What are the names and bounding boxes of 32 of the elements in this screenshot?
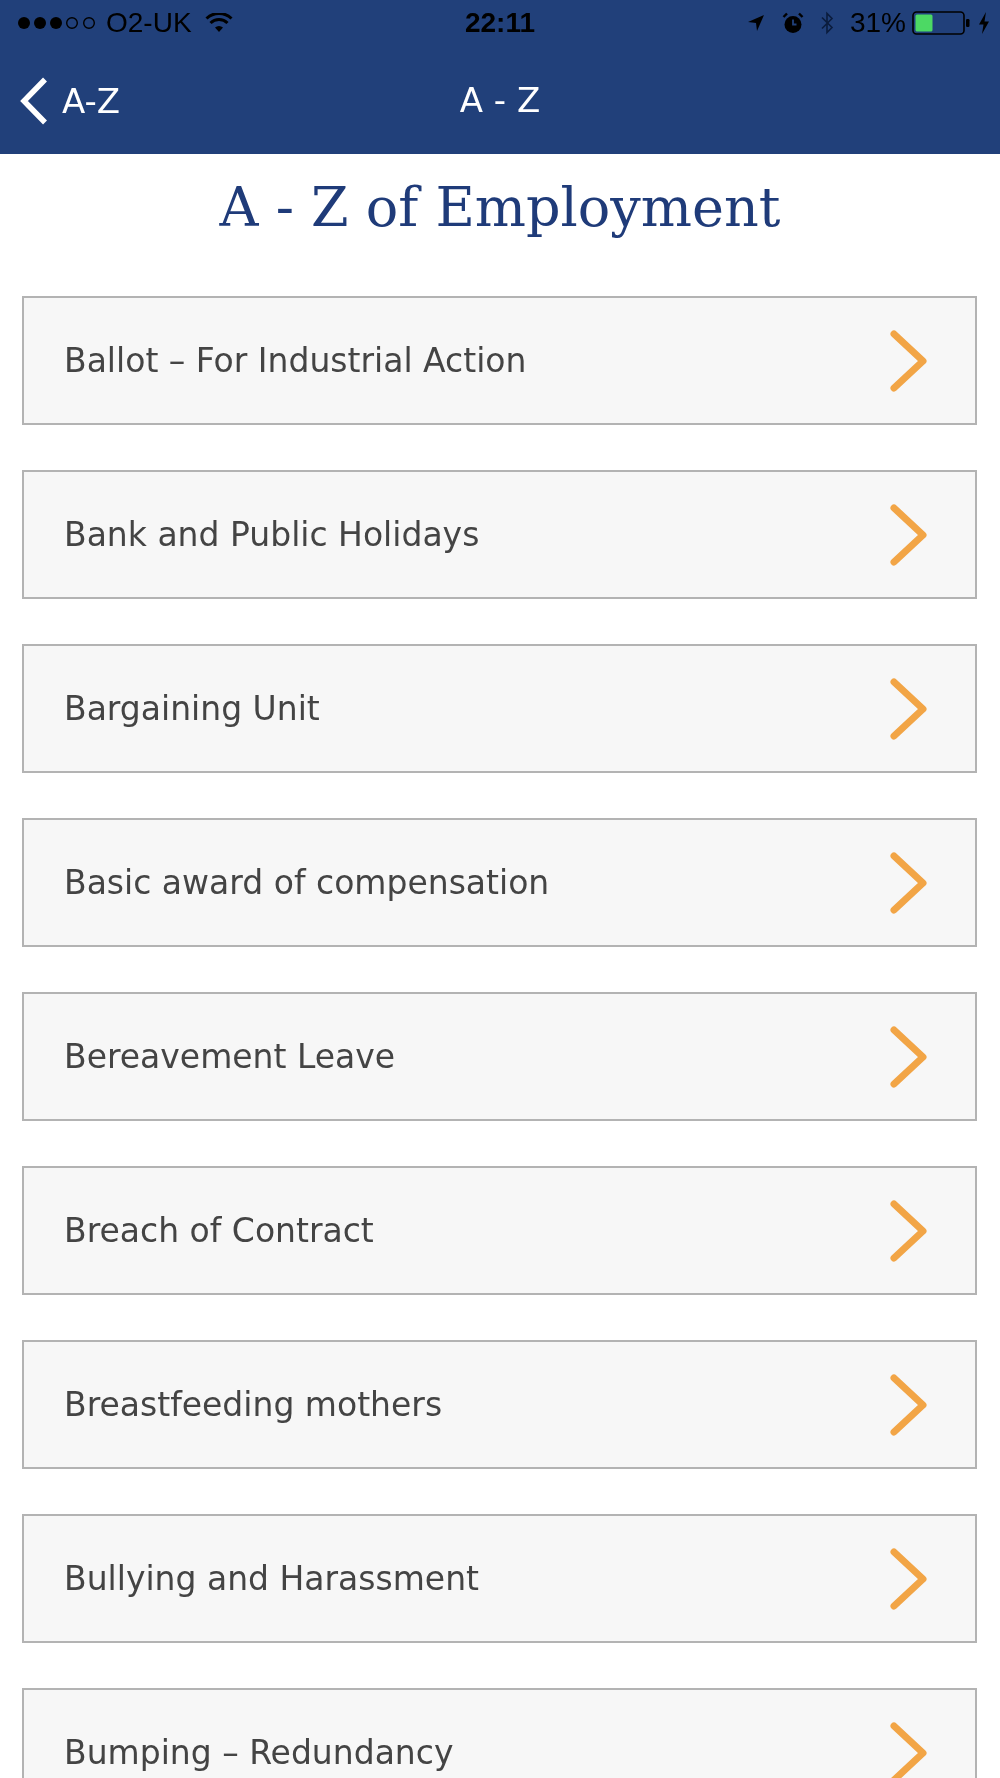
chevron-right-icon	[889, 850, 929, 915]
carrier-name: O2-UK	[106, 7, 192, 39]
topic-row[interactable]: Bargaining Unit	[22, 644, 977, 773]
location-arrow-icon	[746, 14, 765, 32]
signal-icon	[17, 16, 97, 30]
topic-row[interactable]: Basic award of compensation	[22, 818, 977, 947]
chevron-right-icon	[889, 328, 929, 393]
chevron-right-icon	[889, 1198, 929, 1263]
chevron-right-icon	[889, 676, 929, 741]
charging-bolt-icon	[978, 12, 990, 34]
wifi-icon	[204, 13, 233, 33]
battery-percentage: 31%	[849, 7, 906, 39]
chevron-right-icon	[889, 1024, 929, 1089]
alarm-clock-icon	[781, 12, 804, 34]
clock-time: 22:11	[464, 7, 536, 39]
chevron-left-icon	[20, 77, 48, 125]
back-button[interactable]: A-Z	[0, 77, 121, 125]
chevron-right-icon	[889, 1372, 929, 1437]
topic-row[interactable]: Bank and Public Holidays	[22, 470, 977, 599]
topic-row[interactable]: Ballot – For Industrial Action	[22, 296, 977, 425]
topic-row[interactable]: Breastfeeding mothers	[22, 1340, 977, 1469]
bluetooth-icon	[819, 11, 834, 35]
topic-row[interactable]: Bereavement Leave	[22, 992, 977, 1121]
chevron-right-icon	[889, 502, 929, 567]
topic-row[interactable]: Breach of Contract	[22, 1166, 977, 1295]
chevron-right-icon	[889, 1546, 929, 1611]
battery-icon	[912, 11, 970, 35]
chevron-right-icon	[889, 1720, 929, 1778]
screen-title: A - Z	[459, 80, 541, 120]
topic-row[interactable]: Bullying and Harassment	[22, 1514, 977, 1643]
topic-row[interactable]: Bumping – Redundancy	[22, 1688, 977, 1778]
page-heading: A - Z of Employment	[218, 175, 782, 241]
